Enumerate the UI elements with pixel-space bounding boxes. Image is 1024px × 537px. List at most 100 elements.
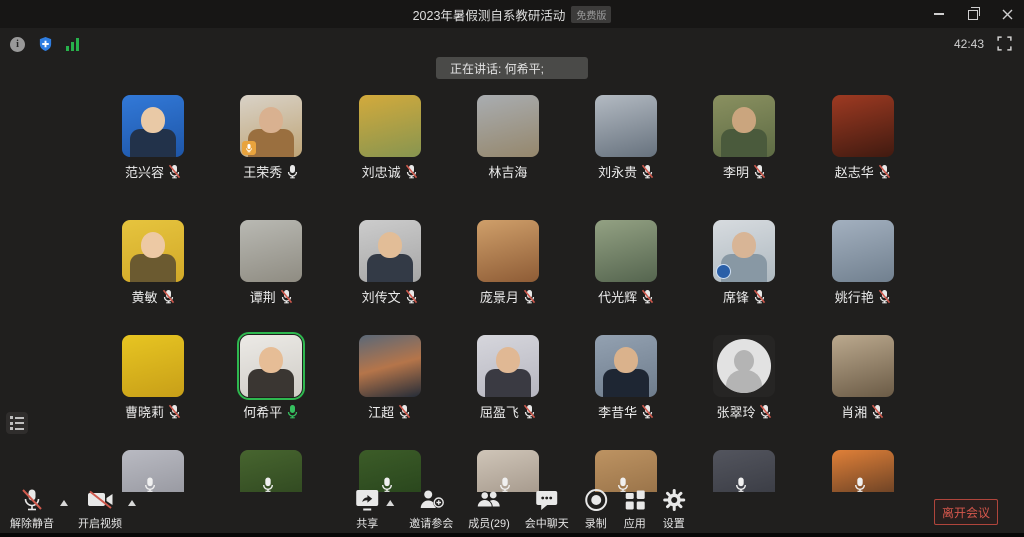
avatar: [595, 220, 657, 282]
participant-tile[interactable]: 赵志华: [832, 95, 894, 181]
meeting-window: 2023年暑假测自系教研活动 免费版 i 42:43 正在讲话:: [0, 0, 1024, 537]
avatar: [359, 335, 421, 397]
participant-tile[interactable]: 屈盈飞: [477, 335, 539, 421]
participant-tile[interactable]: 李昔华: [595, 335, 657, 421]
titlebar: 2023年暑假测自系教研活动 免费版: [0, 0, 1024, 28]
participant-name: 姚行艳: [835, 287, 874, 306]
participant-name: 刘传文: [362, 287, 401, 306]
avatar: [832, 335, 894, 397]
apps-button[interactable]: 应用: [623, 488, 647, 531]
invite-button[interactable]: 邀请参会: [409, 488, 453, 531]
mic-muted-icon: [20, 488, 44, 512]
participant-name-row: 代光辉: [598, 287, 654, 306]
avatar: [477, 335, 539, 397]
video-options-arrow[interactable]: [128, 500, 136, 506]
participant-grid: 范兴容 王荣秀 刘忠诚 林吉海 刘永贵 李明 赵志华: [0, 28, 1024, 492]
participant-tile[interactable]: 曹晓莉: [122, 335, 184, 421]
participant-tile[interactable]: [477, 450, 539, 492]
mic-muted-icon: [405, 164, 418, 179]
participant-tile[interactable]: 席锋: [713, 220, 775, 306]
participant-tile[interactable]: 刘传文: [359, 220, 421, 306]
avatar-person-silhouette: [259, 347, 283, 373]
participant-name: 李明: [723, 162, 749, 181]
toolbar-left: 解除静音 开启视频: [10, 488, 136, 531]
participant-name: 代光辉: [598, 287, 637, 306]
participant-name-row: 姚行艳: [835, 287, 891, 306]
active-audio-badge: [242, 141, 256, 155]
avatar-person-silhouette: [259, 107, 283, 133]
window-bottom-edge: [0, 533, 1024, 537]
participant-tile[interactable]: 李明: [713, 95, 775, 181]
participant-tile[interactable]: 庞景月: [477, 220, 539, 306]
participant-tile[interactable]: 张翠玲: [713, 335, 775, 421]
participant-name: 赵志华: [835, 162, 874, 181]
participant-tile[interactable]: 王荣秀: [240, 95, 302, 181]
participant-name-row: 张翠玲: [716, 402, 772, 421]
share-button[interactable]: 共享: [354, 488, 380, 531]
participant-tile[interactable]: 刘永贵: [595, 95, 657, 181]
members-icon: [476, 488, 503, 512]
close-icon: [1002, 9, 1013, 20]
participant-tile[interactable]: [713, 450, 775, 492]
participant-tile[interactable]: 谭荆: [240, 220, 302, 306]
participant-name: 曹晓莉: [125, 402, 164, 421]
gear-icon: [662, 488, 686, 512]
video-button[interactable]: 开启视频: [78, 488, 122, 531]
mute-options-arrow[interactable]: [60, 500, 68, 506]
participant-name-row: 刘忠诚: [362, 162, 418, 181]
mic-muted-icon: [280, 289, 293, 304]
chat-icon: [534, 488, 559, 512]
participant-row: 曹晓莉 何希平 江超 屈盈飞 李昔华 张翠玲 肖湘: [122, 335, 894, 421]
chat-button[interactable]: 会中聊天: [525, 488, 569, 531]
participant-tile[interactable]: [240, 450, 302, 492]
avatar: [359, 95, 421, 157]
leave-meeting-button[interactable]: 离开会议: [934, 499, 998, 525]
layout-toggle-button[interactable]: [6, 412, 28, 434]
avatar-person-silhouette: [496, 347, 520, 373]
apps-grid-icon: [623, 488, 647, 512]
mic-muted-icon: [523, 289, 536, 304]
participant-name: 何希平: [243, 402, 282, 421]
settings-button[interactable]: 设置: [662, 488, 686, 531]
avatar: [595, 450, 657, 492]
avatar-person-silhouette: [614, 347, 638, 373]
record-icon: [584, 488, 608, 512]
participant-tile[interactable]: 黄敏: [122, 220, 184, 306]
mic-overlay-icon: [734, 476, 748, 492]
list-icon: [10, 416, 28, 419]
participant-tile[interactable]: [359, 450, 421, 492]
participant-tile[interactable]: [122, 450, 184, 492]
avatar: [122, 220, 184, 282]
close-button[interactable]: [990, 0, 1024, 28]
participant-name-row: 庞景月: [480, 287, 536, 306]
participant-name-row: 林吉海: [488, 162, 527, 181]
record-button[interactable]: 录制: [584, 488, 608, 531]
participant-tile[interactable]: 代光辉: [595, 220, 657, 306]
participant-tile[interactable]: 范兴容: [122, 95, 184, 181]
maximize-button[interactable]: [956, 0, 990, 28]
participant-tile[interactable]: 刘忠诚: [359, 95, 421, 181]
mute-button[interactable]: 解除静音: [10, 488, 54, 531]
avatar: [359, 450, 421, 492]
share-options-arrow[interactable]: [386, 500, 394, 506]
participant-name-row: 赵志华: [835, 162, 891, 181]
participant-name-row: 刘传文: [362, 287, 418, 306]
mic-muted-icon: [168, 404, 181, 419]
minimize-button[interactable]: [922, 0, 956, 28]
participant-tile[interactable]: [595, 450, 657, 492]
participant-tile[interactable]: 肖湘: [832, 335, 894, 421]
participant-tile[interactable]: [832, 450, 894, 492]
participant-tile[interactable]: 何希平: [240, 335, 302, 421]
participant-name-row: 谭荆: [250, 287, 293, 306]
avatar-person-silhouette: [732, 107, 756, 133]
participant-name: 范兴容: [125, 162, 164, 181]
avatar-person-silhouette: [141, 107, 165, 133]
participant-tile[interactable]: 江超: [359, 335, 421, 421]
participant-name: 刘忠诚: [362, 162, 401, 181]
participant-tile[interactable]: 林吉海: [477, 95, 539, 181]
participant-tile[interactable]: 姚行艳: [832, 220, 894, 306]
mic-muted-icon: [641, 289, 654, 304]
members-button[interactable]: 成员(29): [468, 488, 510, 531]
avatar: [832, 220, 894, 282]
default-avatar-icon: [717, 339, 771, 393]
